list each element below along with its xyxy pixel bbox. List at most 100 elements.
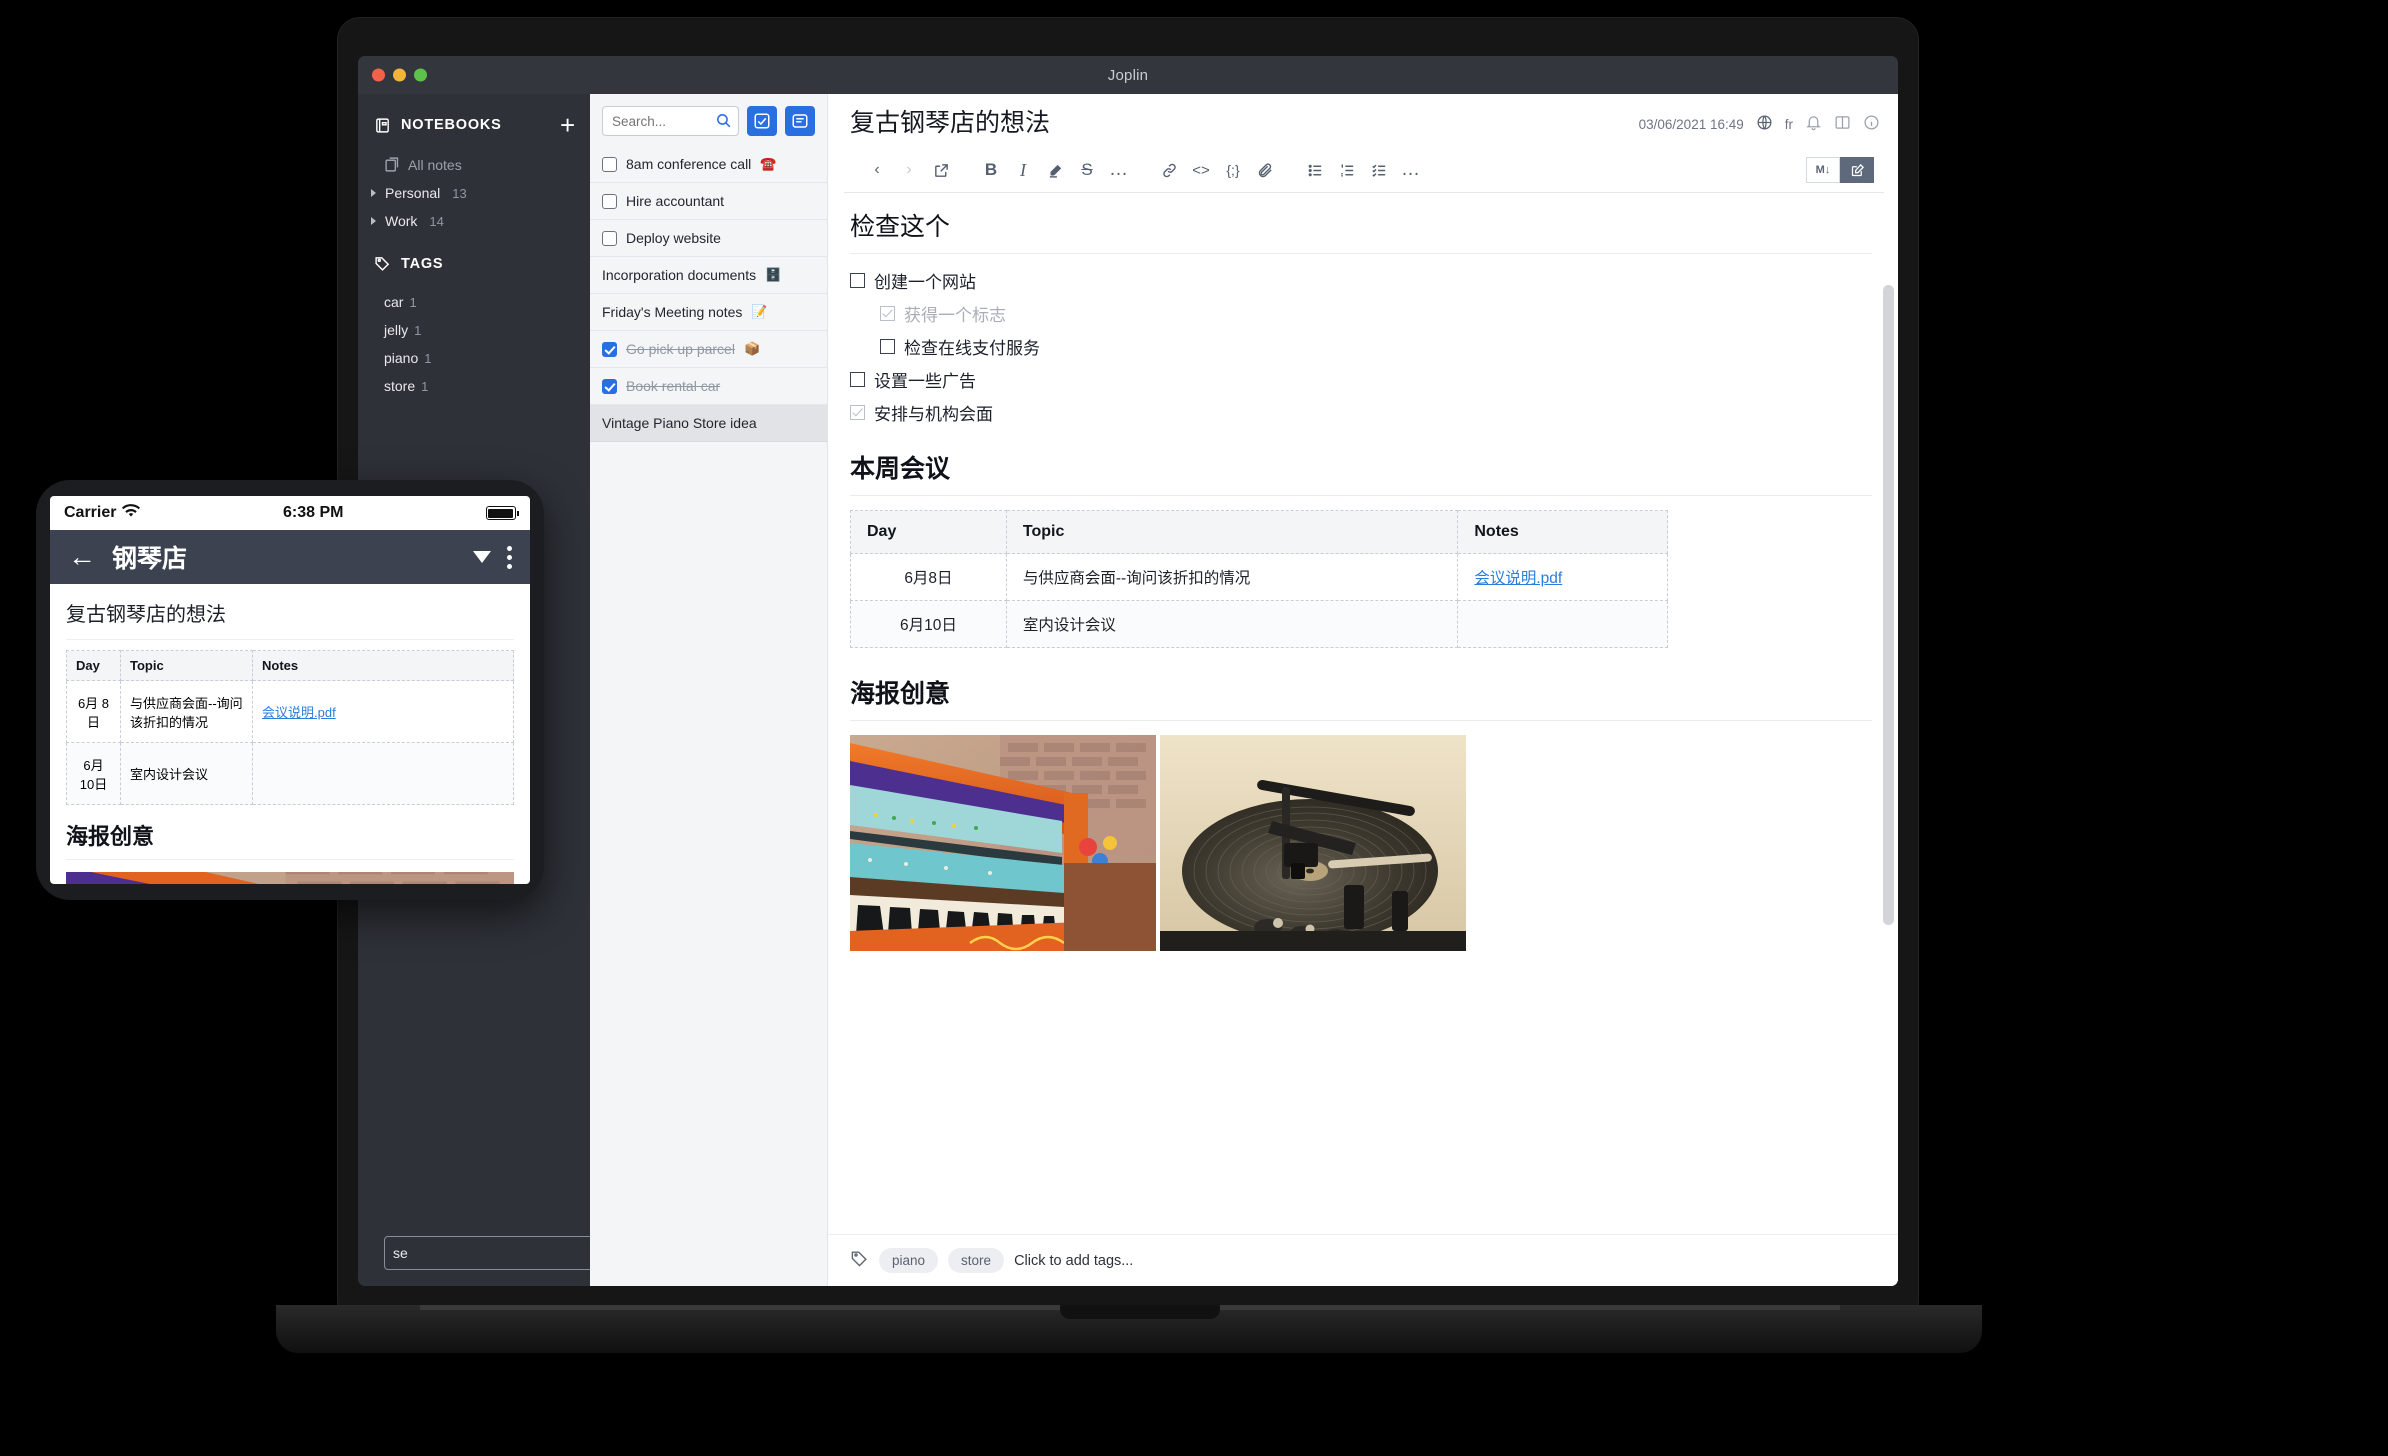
list-item-label: Deploy website <box>626 230 721 246</box>
list-item-selected[interactable]: Vintage Piano Store idea <box>590 405 827 442</box>
list-item[interactable]: Go pick up parcel 📦 <box>590 331 827 368</box>
checkbox-unchecked-icon[interactable] <box>850 273 865 288</box>
search-icon[interactable] <box>715 112 732 129</box>
info-icon[interactable] <box>1863 114 1880 134</box>
new-note-button[interactable] <box>785 106 815 136</box>
sidebar-bottom-input-value: se <box>393 1245 408 1261</box>
sidebar-item-work-label: Work <box>385 213 418 229</box>
forward-icon[interactable]: › <box>894 156 924 184</box>
note-tag-piano[interactable]: piano <box>879 1248 939 1273</box>
todo-checkbox[interactable] <box>602 230 617 246</box>
markdown-toggle-button[interactable]: M↓ <box>1806 157 1840 183</box>
alarm-bell-icon[interactable] <box>1805 114 1822 134</box>
sidebar-tag-store[interactable]: store 1 <box>358 372 590 400</box>
strikethrough-icon[interactable]: S <box>1072 156 1102 184</box>
phone-notebook-title: 钢琴店 <box>112 545 188 573</box>
meetings-heading: 本周会议 <box>850 449 1872 496</box>
sidebar-tag-jelly[interactable]: jelly 1 <box>358 316 590 344</box>
traffic-lights[interactable] <box>372 68 427 82</box>
chevron-down-icon[interactable] <box>473 551 491 563</box>
tag-icon <box>374 255 391 272</box>
sidebar-item-personal[interactable]: Personal 13 <box>358 179 590 207</box>
numbered-list-icon[interactable] <box>1332 156 1362 184</box>
note-checklist-item[interactable]: 检查在线支付服务 <box>880 334 1872 359</box>
attachment-icon[interactable] <box>1250 156 1280 184</box>
table-cell-notes: 会议说明.pdf <box>252 680 514 743</box>
back-icon[interactable]: ‹ <box>862 156 892 184</box>
new-todo-button[interactable] <box>747 106 777 136</box>
note-checklist-item[interactable]: 安排与机构会面 <box>850 400 1872 425</box>
todo-checkbox[interactable] <box>602 341 617 357</box>
note-checklist-item[interactable]: 获得一个标志 <box>880 301 1872 326</box>
more-tools-icon[interactable]: … <box>1396 156 1426 184</box>
sidebar-tag-piano[interactable]: piano 1 <box>358 344 590 372</box>
sidebar-item-all-notes[interactable]: All notes <box>358 150 590 179</box>
list-item[interactable]: Hire accountant <box>590 183 827 220</box>
bullet-list-icon[interactable] <box>1300 156 1330 184</box>
code-block-icon[interactable]: {;} <box>1218 156 1248 184</box>
sidebar-tag-jelly-label: jelly <box>384 322 409 338</box>
list-item[interactable]: Incorporation documents 🗄️ <box>590 257 827 294</box>
sidebar-tag-store-count: 1 <box>421 379 429 394</box>
inline-code-icon[interactable]: <> <box>1186 156 1216 184</box>
maximize-window-button[interactable] <box>414 68 427 82</box>
todo-checkbox[interactable] <box>602 193 617 209</box>
note-checklist-item[interactable]: 设置一些广告 <box>850 367 1872 392</box>
toggle-layout-icon[interactable] <box>1834 114 1851 134</box>
link-icon[interactable] <box>1154 156 1184 184</box>
checkbox-checked-icon[interactable] <box>880 306 895 321</box>
list-item-label: Book rental car <box>626 378 721 394</box>
checkbox-unchecked-icon[interactable] <box>880 339 895 354</box>
sidebar-bottom-input[interactable]: se <box>384 1236 590 1270</box>
vinyl-turntable-photo <box>1160 735 1466 951</box>
list-item[interactable]: Deploy website <box>590 220 827 257</box>
sidebar-item-all-notes-label: All notes <box>408 156 462 173</box>
note-tag-store[interactable]: store <box>948 1248 1005 1273</box>
sidebar-item-work[interactable]: Work 14 <box>358 207 590 235</box>
editor-toggle-button[interactable] <box>1840 157 1874 183</box>
note-format-toolbar: ‹ › B I S … <> {;} … M↓ <box>844 148 1884 193</box>
note-updated-at: 03/06/2021 16:49 <box>1638 116 1744 132</box>
checklist-icon[interactable] <box>1364 156 1394 184</box>
notebook-icon <box>374 117 391 134</box>
package-emoji-icon: 📦 <box>743 341 761 356</box>
note-checklist-item[interactable]: 创建一个网站 <box>850 268 1872 293</box>
add-notebook-button[interactable]: + <box>560 112 576 138</box>
list-item-label: Vintage Piano Store idea <box>602 415 757 431</box>
close-window-button[interactable] <box>372 68 385 82</box>
italic-icon[interactable]: I <box>1008 156 1038 184</box>
chevron-right-icon[interactable] <box>371 189 376 197</box>
meeting-notes-pdf-link[interactable]: 会议说明.pdf <box>262 705 336 720</box>
phone-meetings-table: Day Topic Notes 6月 8日 与供应商会面--询问该折扣的情况 会… <box>66 650 514 805</box>
editor-scrollbar[interactable] <box>1883 285 1894 925</box>
sidebar-tag-store-label: store <box>384 378 416 394</box>
external-link-icon[interactable] <box>926 156 956 184</box>
chevron-right-icon[interactable] <box>371 217 376 225</box>
phone-status-bar: Carrier 6:38 PM <box>50 496 530 530</box>
meeting-notes-pdf-link[interactable]: 会议说明.pdf <box>1474 570 1562 587</box>
more-format-icon[interactable]: … <box>1104 156 1134 184</box>
note-title[interactable]: 复古钢琴店的想法 <box>850 108 1050 138</box>
checkbox-unchecked-icon[interactable] <box>850 372 865 387</box>
todo-checkbox[interactable] <box>602 156 617 172</box>
highlight-icon[interactable] <box>1040 156 1070 184</box>
laptop-screen: Joplin NOTEBOOKS + All notes Personal 13… <box>358 56 1898 1286</box>
language-code: fr <box>1784 116 1793 132</box>
globe-icon[interactable] <box>1756 114 1773 134</box>
list-item[interactable]: 8am conference call ☎️ <box>590 146 827 183</box>
table-row: 6月8日 与供应商会面--询问该折扣的情况 会议说明.pdf <box>850 553 1668 601</box>
note-body: 检查这个 创建一个网站 获得一个标志 检查在线支付服务 设置一些广告 安排与机构… <box>828 193 1898 1234</box>
back-arrow-icon[interactable]: ← <box>68 543 96 571</box>
todo-checkbox[interactable] <box>602 378 617 394</box>
table-cell-day: 6月 10日 <box>66 742 121 805</box>
window-titlebar: Joplin <box>358 56 1898 94</box>
table-cell-topic: 室内设计会议 <box>120 742 253 805</box>
list-item[interactable]: Friday's Meeting notes 📝 <box>590 294 827 331</box>
overflow-menu-icon[interactable] <box>507 545 512 569</box>
list-item[interactable]: Book rental car <box>590 368 827 405</box>
checkbox-checked-icon[interactable] <box>850 405 865 420</box>
add-tags-placeholder[interactable]: Click to add tags... <box>1014 1253 1133 1269</box>
minimize-window-button[interactable] <box>393 68 406 82</box>
sidebar-tag-car[interactable]: car 1 <box>358 288 590 316</box>
bold-icon[interactable]: B <box>976 156 1006 184</box>
